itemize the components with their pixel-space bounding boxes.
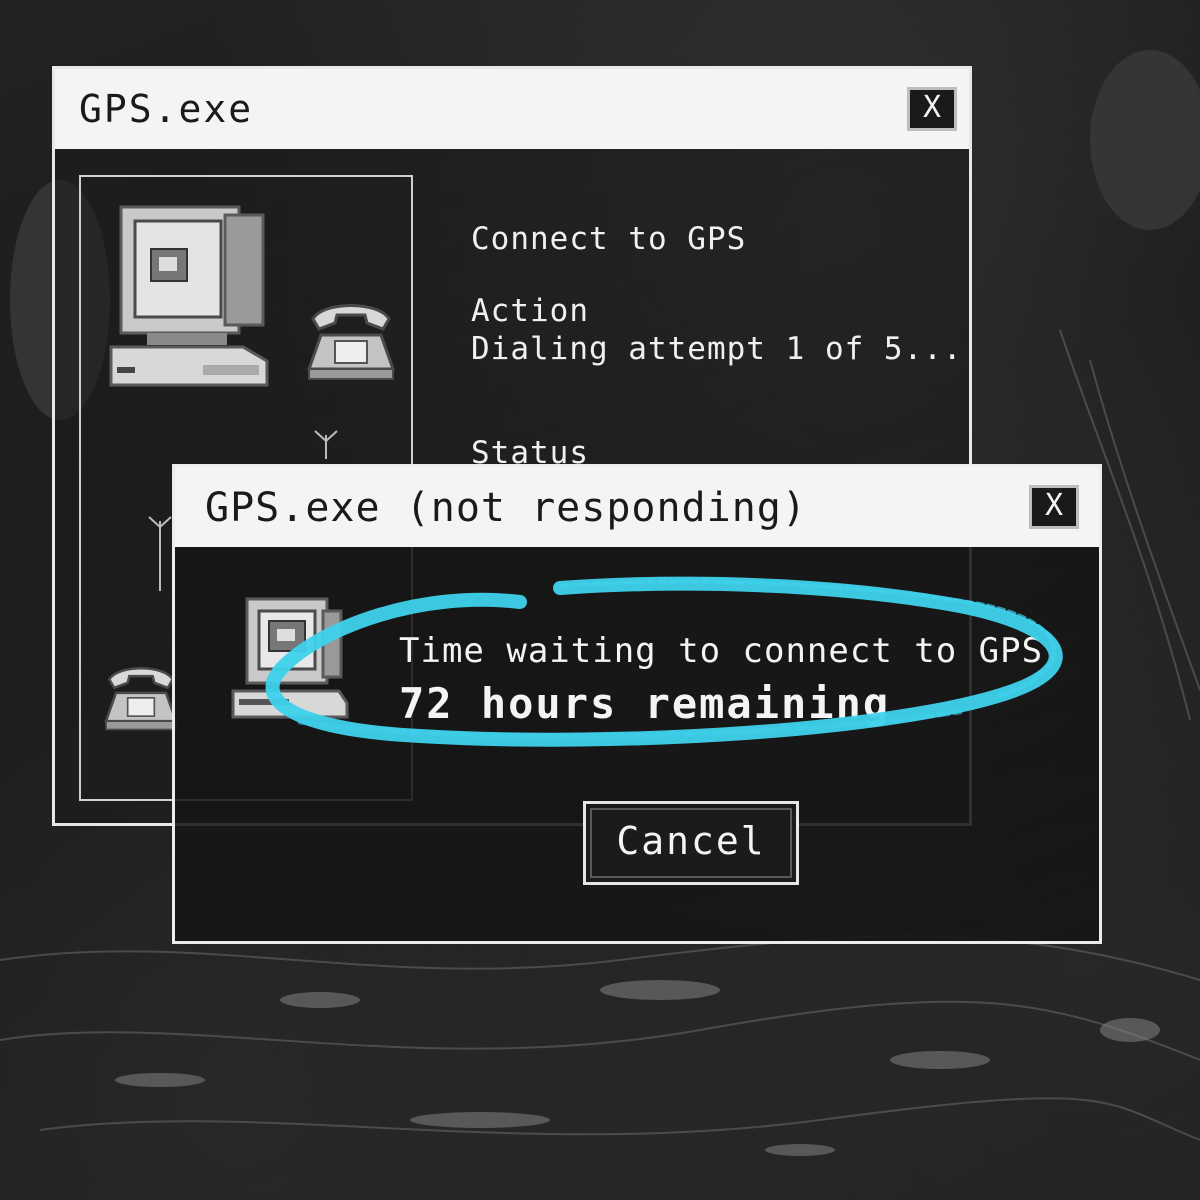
dialog-title: GPS.exe (not responding) (205, 485, 807, 531)
cancel-button[interactable]: Cancel (583, 801, 799, 885)
title-bar: GPS.exe X (55, 69, 969, 149)
desktop-background: GPS.exe X Connect to GPS Action Dialing … (0, 0, 1200, 1200)
window-title: GPS.exe (79, 87, 254, 131)
action-label: Action (471, 293, 589, 329)
computer-small-icon (231, 597, 349, 719)
wait-message: Time waiting to connect to GPS (399, 631, 1044, 671)
action-value: Dialing attempt 1 of 5... (471, 331, 963, 367)
time-remaining: 72 hours remaining (399, 679, 891, 728)
close-button[interactable]: X (1029, 485, 1079, 529)
computer-icon (109, 205, 269, 387)
close-button[interactable]: X (907, 87, 957, 131)
antenna-icon (314, 430, 338, 459)
title-bar: GPS.exe (not responding) X (175, 467, 1099, 547)
telephone-small-icon (104, 667, 178, 731)
not-responding-dialog: GPS.exe (not responding) X Time waiting … (172, 464, 1102, 944)
telephone-icon (306, 304, 396, 380)
antenna-icon (148, 516, 172, 591)
dialer-heading: Connect to GPS (471, 221, 747, 257)
